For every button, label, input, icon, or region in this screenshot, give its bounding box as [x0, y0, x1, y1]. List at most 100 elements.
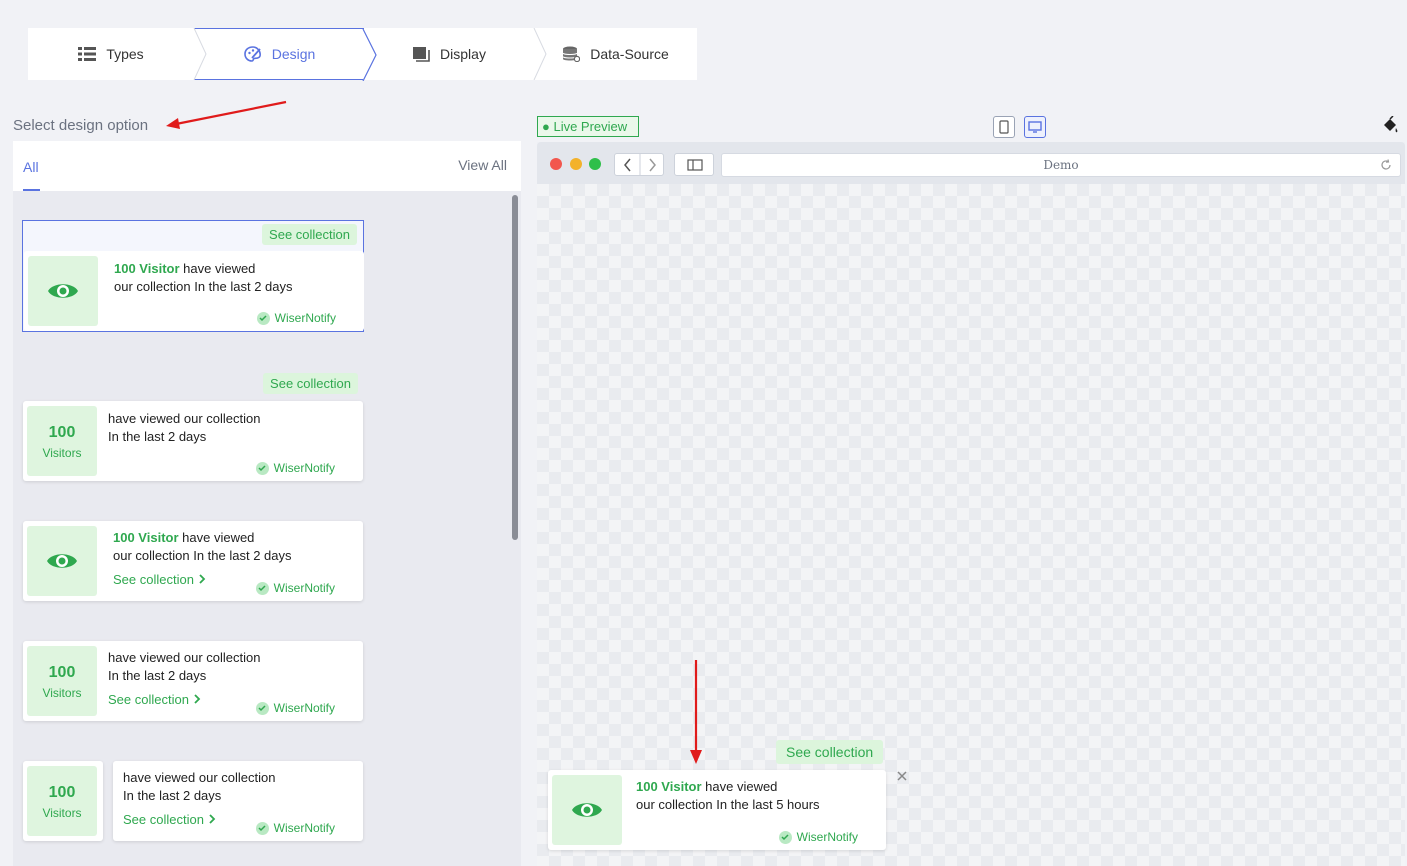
visitors-unit: Visitors — [42, 446, 82, 460]
address-bar[interactable]: Demo — [721, 153, 1401, 177]
brand-name: WiserNotify — [273, 701, 335, 715]
notification-card: 100 Visitors have viewed our collection In… — [23, 401, 363, 481]
card-line1: have viewed — [179, 261, 256, 276]
live-preview-badge: ● Live Preview — [537, 116, 639, 137]
reload-icon[interactable] — [1380, 159, 1392, 171]
card-line1: have viewed — [178, 530, 255, 545]
eye-icon-box — [27, 526, 97, 596]
see-collection-link[interactable]: See collection — [113, 572, 206, 587]
design-list-scrollbar[interactable] — [512, 195, 518, 540]
card-line2: our collection In the last 2 days — [114, 279, 293, 294]
brand-name: WiserNotify — [273, 581, 335, 595]
chevron-right-icon — [208, 814, 215, 824]
step-data-source-label: Data-Source — [590, 46, 669, 62]
design-option-1[interactable]: See collection 100 Visitor have viewed ou… — [22, 220, 364, 332]
brand-label: WiserNotify — [255, 461, 335, 475]
nav-buttons — [614, 153, 664, 176]
step-separator — [533, 28, 547, 80]
eye-icon-box — [552, 775, 622, 845]
card-line2: In the last 2 days — [108, 429, 207, 444]
card-line1: have viewed — [701, 779, 778, 794]
brand-label: WiserNotify — [255, 701, 335, 715]
design-option-5[interactable]: 100 Visitors have viewed our collection In… — [22, 761, 364, 841]
browser-preview: Demo — [537, 142, 1405, 866]
visitors-number: 100 — [48, 784, 76, 801]
visitors-number: 100 — [48, 664, 76, 681]
back-forward-icon[interactable] — [615, 154, 665, 176]
step-design[interactable]: Design — [194, 28, 377, 81]
brand-name: WiserNotify — [273, 821, 335, 835]
card-text: 100 Visitor have viewed our collection In… — [636, 778, 820, 814]
palette-icon — [243, 46, 261, 62]
step-data-source[interactable]: Data-Source — [534, 28, 697, 80]
sidebar-toggle-button[interactable] — [674, 153, 714, 176]
visitors-count-card: 100 Visitors — [23, 761, 103, 841]
step-design-label: Design — [271, 46, 316, 62]
close-dot — [550, 158, 562, 170]
design-option-2[interactable]: See collection 100 Visitors have viewed o… — [22, 370, 364, 482]
preview-notification[interactable]: 100 Visitor have viewed our collection In… — [548, 770, 886, 850]
tab-all[interactable]: All — [23, 159, 39, 175]
see-collection-link[interactable]: See collection — [123, 812, 216, 827]
wizard-steps: Types Design Display Data-Source — [28, 28, 697, 81]
select-design-title: Select design option — [13, 117, 149, 134]
brand-name: WiserNotify — [274, 311, 336, 325]
brand-label: WiserNotify — [255, 581, 335, 595]
card-line1: have viewed our collection — [123, 770, 276, 785]
address-text: Demo — [1043, 158, 1079, 172]
card-text: have viewed our collection In the last 2 … — [108, 410, 260, 446]
mobile-icon — [999, 120, 1009, 134]
card-line1: have viewed our collection — [108, 411, 261, 426]
view-all-link[interactable]: View All — [458, 157, 507, 173]
desktop-view-button[interactable] — [1024, 116, 1046, 138]
card-text: 100 Visitor have viewed our collection In… — [113, 529, 292, 565]
step-display[interactable]: Display — [364, 28, 547, 80]
close-icon[interactable] — [896, 770, 908, 782]
see-collection-text: See collection — [108, 692, 189, 707]
live-preview-label: Live Preview — [553, 119, 628, 134]
sidebar-icon — [687, 159, 703, 171]
brand-name: WiserNotify — [273, 461, 335, 475]
brand-label: WiserNotify — [778, 830, 858, 844]
eye-icon-box — [28, 256, 98, 326]
visitors-count-box: 100 Visitors — [27, 406, 97, 476]
preview-canvas — [537, 184, 1405, 866]
check-icon — [255, 461, 269, 475]
step-types[interactable]: Types — [28, 28, 207, 80]
see-collection-text: See collection — [113, 572, 194, 587]
visitors-unit: Visitors — [42, 686, 82, 700]
card-line2: In the last 2 days — [123, 788, 222, 803]
card-text: have viewed our collection In the last 2 … — [123, 769, 275, 805]
step-separator — [362, 29, 377, 81]
design-option-3[interactable]: 100 Visitor have viewed our collection In… — [22, 521, 364, 601]
preview-see-collection-badge[interactable]: See collection — [776, 740, 884, 764]
brand-label: WiserNotify — [255, 821, 335, 835]
check-icon — [255, 581, 269, 595]
card-line2: our collection In the last 5 hours — [636, 797, 820, 812]
mobile-view-button[interactable] — [993, 116, 1015, 138]
visitor-count: 100 Visitor — [113, 530, 179, 545]
eye-icon — [572, 803, 602, 817]
chevron-right-icon — [193, 694, 200, 704]
design-option-4[interactable]: 100 Visitors have viewed our collection In… — [22, 641, 364, 721]
check-icon — [255, 701, 269, 715]
card-line2: our collection In the last 2 days — [113, 548, 292, 563]
maximize-dot — [589, 158, 601, 170]
see-collection-text: See collection — [123, 812, 204, 827]
visitor-count: 100 Visitor — [114, 261, 180, 276]
see-collection-link[interactable]: See collection — [108, 692, 201, 707]
visitors-count-box: 100 Visitors — [27, 766, 97, 836]
card-text: 100 Visitor have viewed our collection In… — [114, 260, 293, 296]
eye-icon — [47, 554, 77, 568]
see-collection-badge: See collection — [263, 373, 358, 394]
visitors-number: 100 — [48, 424, 76, 441]
display-icon — [413, 47, 430, 62]
check-icon — [255, 821, 269, 835]
check-icon — [778, 830, 792, 844]
desktop-icon — [1028, 121, 1042, 133]
chevron-right-icon — [198, 574, 205, 584]
list-icon — [78, 47, 97, 61]
card-line1: have viewed our collection — [108, 650, 261, 665]
paint-bucket-icon[interactable] — [1381, 116, 1399, 134]
notification-card: 100 Visitors have viewed our collection In… — [23, 641, 363, 721]
